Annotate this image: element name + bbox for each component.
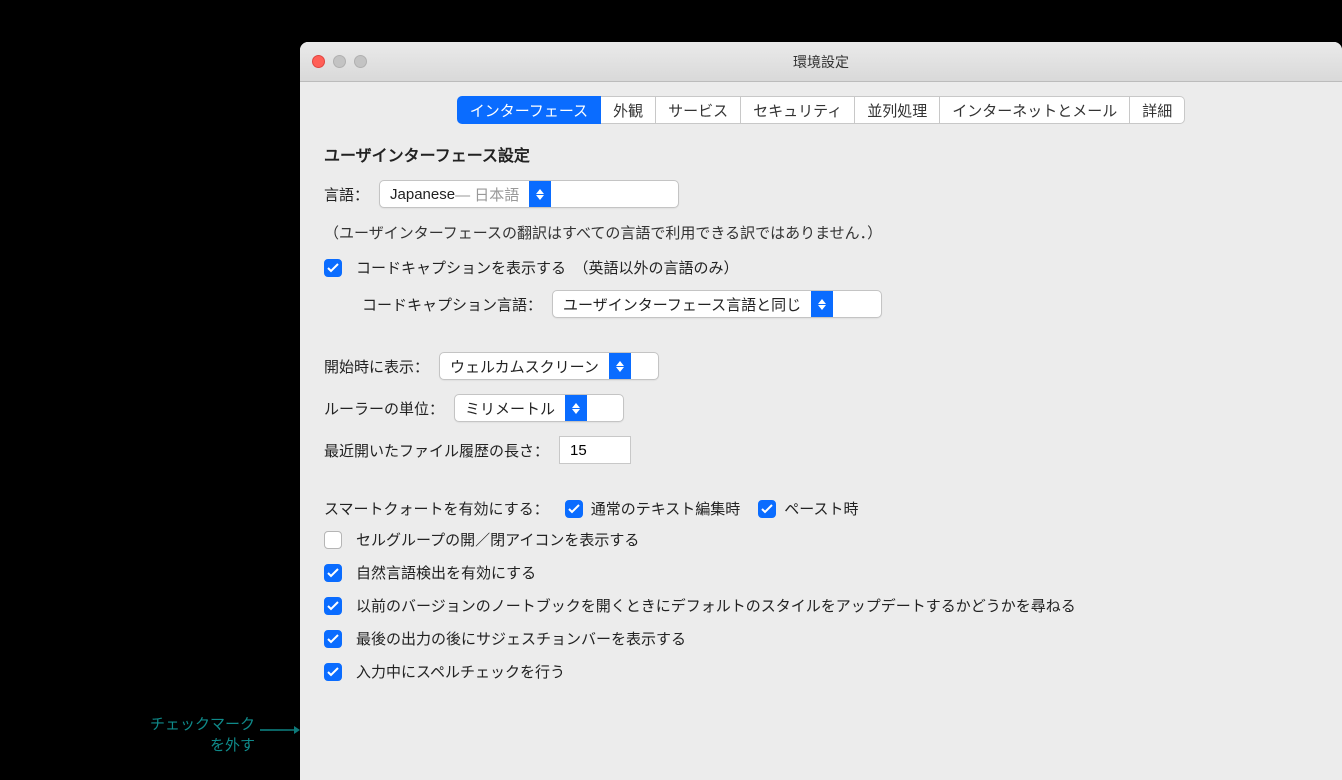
nl-detect-label: 自然言語検出を有効にする xyxy=(356,562,536,583)
checkbox-smartquote-edit[interactable] xyxy=(565,500,583,518)
tab-advanced[interactable]: 詳細 xyxy=(1130,96,1185,124)
checkbox-code-caption[interactable] xyxy=(324,259,342,277)
chevron-updown-icon xyxy=(609,353,631,379)
window-title: 環境設定 xyxy=(793,52,849,72)
translation-note: （ユーザインターフェースの翻訳はすべての言語で利用できる訳ではありません．） xyxy=(324,222,1318,243)
chevron-updown-icon xyxy=(811,291,833,317)
cell-group-label: セルグループの開／閉アイコンを表示する xyxy=(356,529,639,550)
language-select[interactable]: Japanese — 日本語 xyxy=(379,180,679,208)
arrow-icon xyxy=(260,723,300,741)
tab-bar: インターフェース 外観 サービス セキュリティ 並列処理 インターネットとメール… xyxy=(300,82,1342,142)
code-caption-label: コードキャプションを表示する （英語以外の言語のみ） xyxy=(356,257,739,278)
checkbox-update-style[interactable] xyxy=(324,597,342,615)
content-panel: ユーザインターフェース設定 言語： Japanese — 日本語 （ユーザインタ… xyxy=(300,142,1342,718)
tab-appearance[interactable]: 外観 xyxy=(601,96,656,124)
external-annotation: チェックマーク を外す xyxy=(100,714,255,756)
minimize-icon[interactable] xyxy=(333,55,346,68)
spellcheck-label: 入力中にスペルチェックを行う xyxy=(356,661,565,682)
update-style-label: 以前のバージョンのノートブックを開くときにデフォルトのスタイルをアップデートする… xyxy=(356,595,1076,616)
tab-internet[interactable]: インターネットとメール xyxy=(940,96,1130,124)
checkbox-smartquote-paste[interactable] xyxy=(758,500,776,518)
window-controls xyxy=(312,55,367,68)
recent-files-input[interactable] xyxy=(559,436,631,464)
language-native: — 日本語 xyxy=(455,184,519,205)
code-caption-lang-select[interactable]: ユーザインターフェース言語と同じ xyxy=(552,290,882,318)
checkbox-suggestion-bar[interactable] xyxy=(324,630,342,648)
annotation-line1: チェックマーク xyxy=(100,714,255,735)
titlebar: 環境設定 xyxy=(300,42,1342,82)
tab-parallel[interactable]: 並列処理 xyxy=(855,96,940,124)
ruler-label: ルーラーの単位： xyxy=(324,398,444,419)
language-value: Japanese xyxy=(390,186,455,203)
maximize-icon[interactable] xyxy=(354,55,367,68)
close-icon[interactable] xyxy=(312,55,325,68)
code-caption-lang-label: コードキャプション言語： xyxy=(362,294,542,315)
chevron-updown-icon xyxy=(529,181,551,207)
preferences-window: 環境設定 インターフェース 外観 サービス セキュリティ 並列処理 インターネッ… xyxy=(300,42,1342,780)
checkbox-spellcheck[interactable] xyxy=(324,663,342,681)
language-label: 言語： xyxy=(324,184,369,205)
ruler-select[interactable]: ミリメートル xyxy=(454,394,624,422)
annotation-line2: を外す xyxy=(100,735,255,756)
smartquote-label: スマートクォートを有効にする： xyxy=(324,498,549,519)
suggestion-bar-label: 最後の出力の後にサジェスチョンバーを表示する xyxy=(356,628,686,649)
smartquote-paste-label: ペースト時 xyxy=(784,498,858,519)
chevron-updown-icon xyxy=(565,395,587,421)
startup-select[interactable]: ウェルカムスクリーン xyxy=(439,352,659,380)
tab-interface[interactable]: インターフェース xyxy=(457,96,601,124)
checkbox-cell-group[interactable] xyxy=(324,531,342,549)
tab-security[interactable]: セキュリティ xyxy=(741,96,855,124)
tab-services[interactable]: サービス xyxy=(656,96,741,124)
section-heading: ユーザインターフェース設定 xyxy=(324,142,1318,166)
smartquote-edit-label: 通常のテキスト編集時 xyxy=(591,498,741,519)
recent-label: 最近開いたファイル履歴の長さ： xyxy=(324,440,549,461)
checkbox-nl-detect[interactable] xyxy=(324,564,342,582)
startup-label: 開始時に表示： xyxy=(324,356,429,377)
